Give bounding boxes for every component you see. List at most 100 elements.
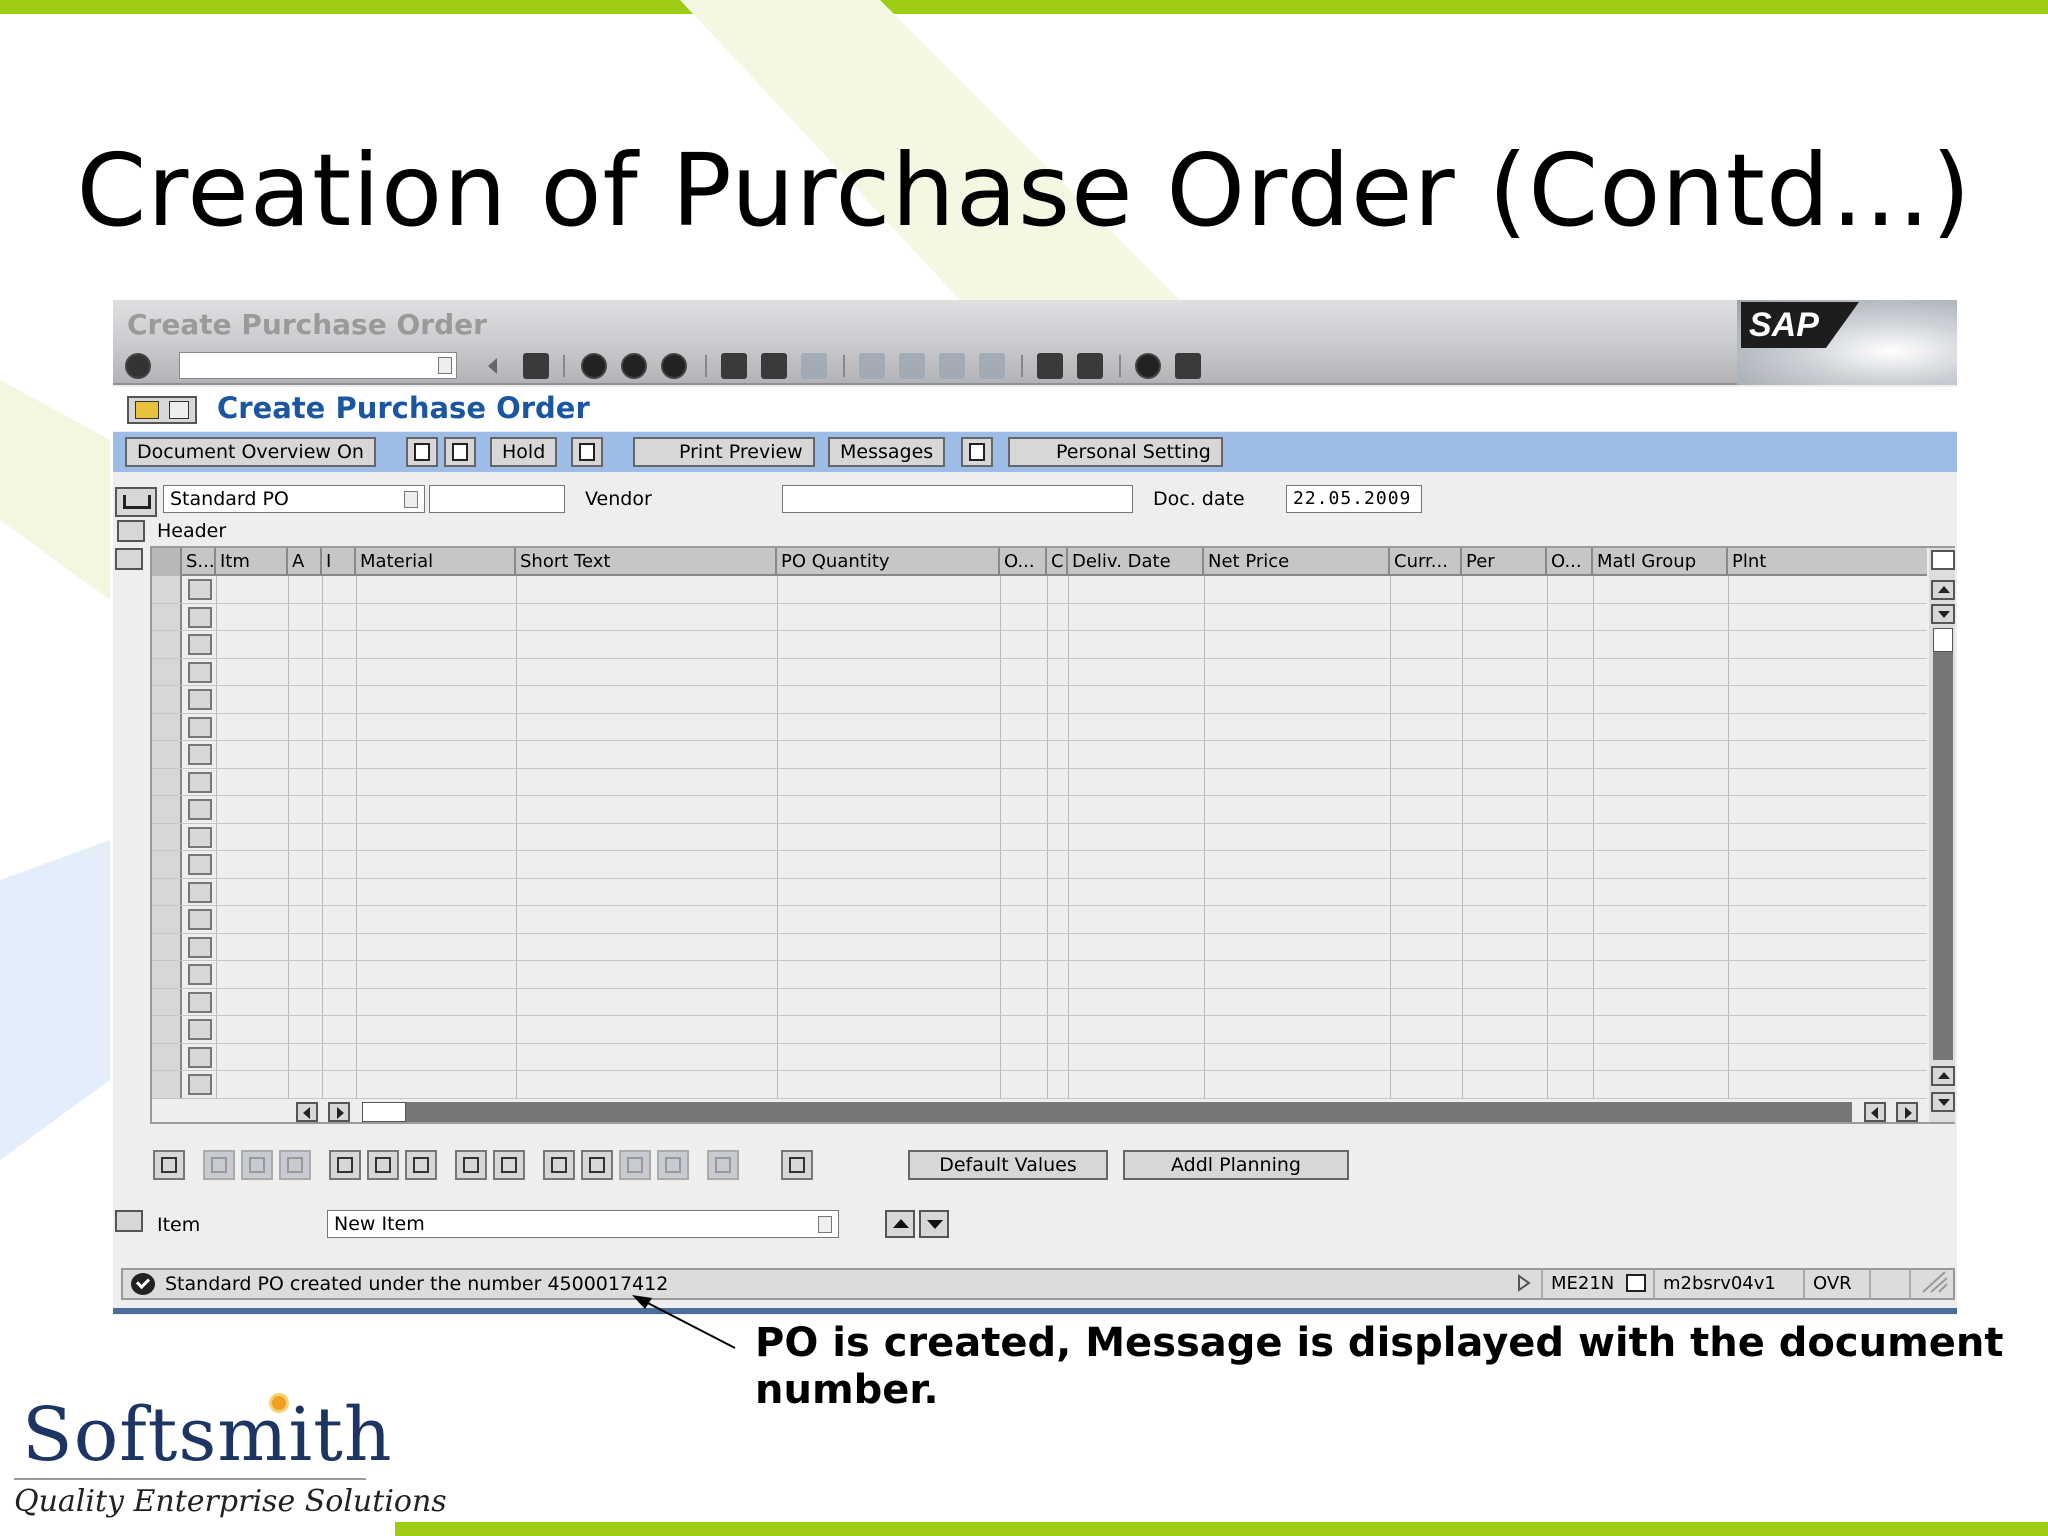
delete-filter-icon[interactable] xyxy=(619,1150,651,1180)
table-row[interactable] xyxy=(152,658,1927,686)
row-status-cell[interactable] xyxy=(188,936,212,958)
conditions-icon[interactable] xyxy=(707,1150,739,1180)
cancel-icon[interactable] xyxy=(661,353,687,379)
unlock-icon[interactable] xyxy=(405,1150,437,1180)
addl-planning-button[interactable]: Addl Planning xyxy=(1123,1150,1349,1180)
column-header-currency[interactable]: Curr... xyxy=(1390,548,1462,576)
layout-menu-icon[interactable] xyxy=(1175,353,1201,379)
column-header-short-text[interactable]: Short Text xyxy=(516,548,777,576)
row-selector[interactable] xyxy=(152,1043,182,1070)
previous-page-icon[interactable] xyxy=(899,353,925,379)
find-icon[interactable] xyxy=(761,353,787,379)
cart-icon[interactable] xyxy=(115,487,157,517)
table-row[interactable] xyxy=(152,878,1927,906)
filter-icon[interactable] xyxy=(581,1150,613,1180)
row-status-cell[interactable] xyxy=(188,1019,212,1040)
row-status-cell[interactable] xyxy=(188,1046,212,1068)
default-values-button[interactable]: Default Values xyxy=(908,1150,1108,1180)
table-row[interactable] xyxy=(152,1016,1927,1044)
horizontal-scroll-thumb[interactable] xyxy=(362,1102,406,1122)
vertical-scrollbar[interactable] xyxy=(1929,548,1955,1122)
row-selector[interactable] xyxy=(152,1016,182,1043)
table-row[interactable] xyxy=(152,686,1927,714)
row-status-cell[interactable] xyxy=(188,1074,212,1095)
check-icon[interactable] xyxy=(571,437,603,467)
sort-icon[interactable] xyxy=(543,1150,575,1180)
first-page-icon[interactable] xyxy=(859,353,885,379)
column-header-item[interactable]: Itm xyxy=(216,548,288,576)
previous-item-button[interactable] xyxy=(885,1210,915,1238)
column-header-item-category[interactable]: I xyxy=(322,548,356,576)
doc-date-input[interactable]: 22.05.2009 xyxy=(1286,485,1422,513)
table-row[interactable] xyxy=(152,851,1927,879)
scroll-page-up-button[interactable] xyxy=(1931,1066,1955,1086)
document-type-select[interactable]: Standard PO xyxy=(163,485,425,513)
next-item-button[interactable] xyxy=(919,1210,949,1238)
table-row[interactable] xyxy=(152,796,1927,824)
row-selector[interactable] xyxy=(152,878,182,905)
info-icon[interactable] xyxy=(961,437,993,467)
create-session-icon[interactable] xyxy=(1037,353,1063,379)
row-selector[interactable] xyxy=(152,906,182,933)
deselect-all-icon[interactable] xyxy=(279,1150,311,1180)
column-header-net-price[interactable]: Net Price xyxy=(1204,548,1390,576)
row-selector[interactable] xyxy=(152,603,182,630)
column-header-order-price-unit[interactable]: O... xyxy=(1547,548,1593,576)
row-status-cell[interactable] xyxy=(188,854,212,875)
item-select[interactable]: New Item xyxy=(327,1210,839,1238)
scroll-page-down-button[interactable] xyxy=(1931,604,1955,624)
column-header-delivery-date[interactable]: Deliv. Date xyxy=(1068,548,1204,576)
document-number-field[interactable] xyxy=(429,485,565,513)
row-status-cell[interactable] xyxy=(188,826,212,848)
select-all-icon[interactable] xyxy=(203,1150,235,1180)
row-selector[interactable] xyxy=(152,576,182,603)
column-header-material-group[interactable]: Matl Group xyxy=(1593,548,1728,576)
save-icon[interactable] xyxy=(523,353,549,379)
row-selector[interactable] xyxy=(152,851,182,878)
dropdown-icon[interactable] xyxy=(404,491,418,508)
expand-header-icon[interactable] xyxy=(117,520,145,542)
row-selector[interactable] xyxy=(152,658,182,685)
back-arrow-small-icon[interactable] xyxy=(485,353,501,379)
last-page-icon[interactable] xyxy=(979,353,1005,379)
row-status-cell[interactable] xyxy=(188,579,212,600)
row-selector[interactable] xyxy=(152,796,182,823)
row-status-cell[interactable] xyxy=(188,881,212,903)
column-header-status[interactable]: S... xyxy=(182,548,216,576)
vertical-scroll-thumb[interactable] xyxy=(1933,628,1953,652)
dropdown-icon[interactable] xyxy=(438,357,452,374)
table-row[interactable] xyxy=(152,631,1927,659)
session-info-icon[interactable] xyxy=(1626,1274,1646,1292)
row-status-cell[interactable] xyxy=(188,606,212,628)
print-preview-button[interactable]: Print Preview xyxy=(633,437,815,467)
row-selector[interactable] xyxy=(152,823,182,850)
back-icon[interactable] xyxy=(581,353,607,379)
row-selector[interactable] xyxy=(152,988,182,1015)
print-icon[interactable] xyxy=(721,353,747,379)
new-document-icon[interactable] xyxy=(406,437,438,467)
document-overview-button[interactable]: Document Overview On xyxy=(125,437,376,467)
next-page-icon[interactable] xyxy=(939,353,965,379)
column-header-plant[interactable]: Plnt xyxy=(1728,548,1927,576)
table-row[interactable] xyxy=(152,576,1927,604)
row-status-cell[interactable] xyxy=(188,799,212,820)
find-next-icon[interactable] xyxy=(801,353,827,379)
command-field[interactable] xyxy=(179,352,457,379)
row-status-cell[interactable] xyxy=(188,744,212,765)
column-header-date-category[interactable]: C xyxy=(1047,548,1068,576)
lock-icon[interactable] xyxy=(367,1150,399,1180)
scroll-up-button[interactable] xyxy=(1931,580,1955,600)
row-selector[interactable] xyxy=(152,713,182,740)
table-row[interactable] xyxy=(152,768,1927,796)
column-header-material[interactable]: Material xyxy=(356,548,516,576)
enter-icon[interactable] xyxy=(125,353,151,379)
row-status-cell[interactable] xyxy=(188,771,212,793)
status-message[interactable]: Standard PO created under the number 450… xyxy=(165,1270,668,1298)
shortcut-icon[interactable] xyxy=(1077,353,1103,379)
resize-grip-icon[interactable] xyxy=(1909,1270,1953,1298)
row-status-cell[interactable] xyxy=(188,909,212,930)
other-purchase-order-icon[interactable] xyxy=(127,396,197,424)
delete-icon[interactable] xyxy=(329,1150,361,1180)
layout-icon[interactable] xyxy=(781,1150,813,1180)
split-icon[interactable] xyxy=(493,1150,525,1180)
